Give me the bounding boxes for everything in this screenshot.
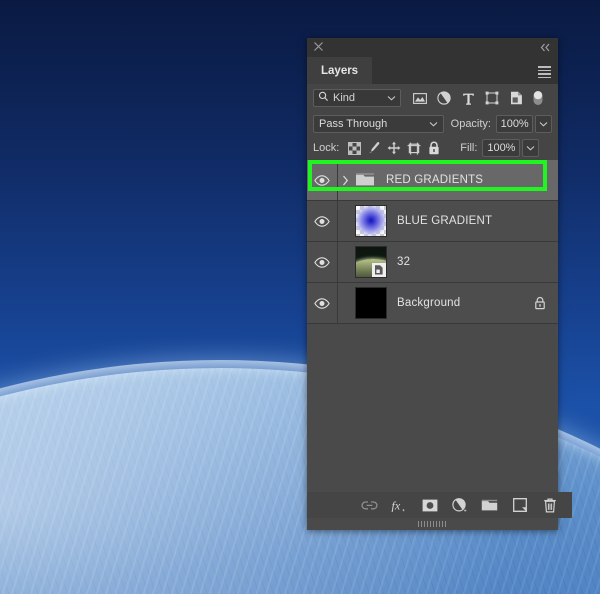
panel-titlebar (307, 38, 558, 57)
delete-layer-icon[interactable] (541, 497, 558, 514)
menu-line (538, 66, 551, 68)
lock-position-icon[interactable] (384, 139, 404, 157)
layer-visibility-toggle[interactable] (307, 242, 338, 282)
grip-line (417, 521, 419, 527)
layer-name: 32 (397, 256, 411, 268)
layer-list: RED GRADIENTS BLUE GRADIENT 32 Backgroun… (307, 160, 558, 324)
lock-label: Lock: (313, 142, 340, 154)
filter-kind-select[interactable]: Kind (313, 89, 401, 107)
fill-value: 100% (487, 142, 516, 154)
table-row[interactable]: BLUE GRADIENT (307, 201, 558, 242)
close-icon[interactable] (313, 41, 324, 52)
lock-transparent-pixels-icon[interactable] (344, 139, 364, 157)
lock-row: Lock: Fill: 100% (307, 136, 558, 160)
menu-line (538, 76, 551, 78)
layer-thumbnail[interactable] (355, 287, 387, 319)
layer-style-fx-icon[interactable]: fx (391, 497, 408, 514)
opacity-value: 100% (500, 118, 529, 130)
layers-bottom-toolbar: fx (307, 492, 572, 518)
group-expand-arrow-icon[interactable] (338, 175, 352, 186)
grip-line (438, 521, 440, 527)
layer-visibility-toggle[interactable] (307, 283, 338, 323)
svg-text:fx: fx (392, 498, 401, 512)
grip-line (429, 521, 431, 527)
layer-name: Background (397, 297, 461, 309)
new-adjustment-layer-icon[interactable] (451, 497, 468, 514)
lock-image-pixels-icon[interactable] (364, 139, 384, 157)
layer-visibility-toggle[interactable] (307, 160, 338, 200)
layer-thumbnail[interactable] (355, 205, 387, 237)
filter-type-icon[interactable] (458, 88, 478, 108)
panel-tabbar: Layers (307, 57, 558, 84)
folder-icon (354, 169, 376, 191)
table-row[interactable]: 32 (307, 242, 558, 283)
layer-visibility-toggle[interactable] (307, 201, 338, 241)
chevron-down-icon (387, 92, 396, 104)
layer-locked-icon (534, 296, 546, 310)
link-layers-icon[interactable] (361, 497, 378, 514)
new-group-icon[interactable] (481, 497, 498, 514)
eye-icon (314, 256, 330, 268)
opacity-label: Opacity: (450, 118, 491, 130)
lock-artboard-nesting-icon[interactable] (404, 139, 424, 157)
filter-enable-toggle[interactable] (532, 88, 544, 108)
eye-icon (314, 174, 330, 186)
fill-label: Fill: (460, 142, 478, 154)
grip-line (435, 521, 437, 527)
panel-resize-grip[interactable] (307, 518, 558, 530)
lock-all-icon[interactable] (424, 139, 444, 157)
grip-line (426, 521, 428, 527)
chevron-down-icon (429, 118, 438, 130)
filter-kind-label: Kind (333, 92, 356, 104)
blue-radial-gradient-thumb (356, 206, 386, 236)
filter-smartobject-icon[interactable] (506, 88, 526, 108)
layer-name: RED GRADIENTS (386, 174, 484, 186)
tab-layers[interactable]: Layers (307, 57, 373, 84)
blend-mode-select[interactable]: Pass Through (313, 115, 444, 133)
menu-line (538, 69, 551, 71)
blend-mode-value: Pass Through (319, 118, 388, 130)
filter-shape-icon[interactable] (482, 88, 502, 108)
search-icon (318, 91, 329, 105)
tabbar-filler (372, 57, 558, 84)
layer-thumbnail[interactable] (355, 246, 387, 278)
blend-mode-row: Pass Through Opacity: 100% (307, 112, 558, 136)
grip-line (432, 521, 434, 527)
tab-layers-label: Layers (321, 64, 359, 77)
new-layer-icon[interactable] (511, 497, 528, 514)
eye-icon (314, 215, 330, 227)
layer-name: BLUE GRADIENT (397, 215, 493, 227)
filter-adjustment-icon[interactable] (434, 88, 454, 108)
fill-stepper[interactable] (522, 139, 540, 157)
filter-pixel-icon[interactable] (410, 88, 430, 108)
opacity-stepper[interactable] (535, 115, 552, 133)
grip-line (420, 521, 422, 527)
filter-toolbar: Kind (307, 84, 558, 112)
eye-icon (314, 297, 330, 309)
collapse-double-arrow-icon[interactable] (539, 42, 552, 53)
menu-line (538, 73, 551, 75)
grip-line (441, 521, 443, 527)
panel-menu-icon[interactable] (538, 66, 551, 78)
opacity-input[interactable]: 100% (496, 115, 534, 133)
table-row[interactable]: RED GRADIENTS (307, 160, 558, 201)
smart-object-badge-icon (372, 263, 386, 277)
grip-line (423, 521, 425, 527)
grip-line (444, 521, 446, 527)
layers-panel: Layers Kind Pass Through Opacity: 100% L… (307, 38, 572, 530)
add-layer-mask-icon[interactable] (421, 497, 438, 514)
table-row[interactable]: Background (307, 283, 558, 324)
fill-input[interactable]: 100% (482, 139, 521, 157)
